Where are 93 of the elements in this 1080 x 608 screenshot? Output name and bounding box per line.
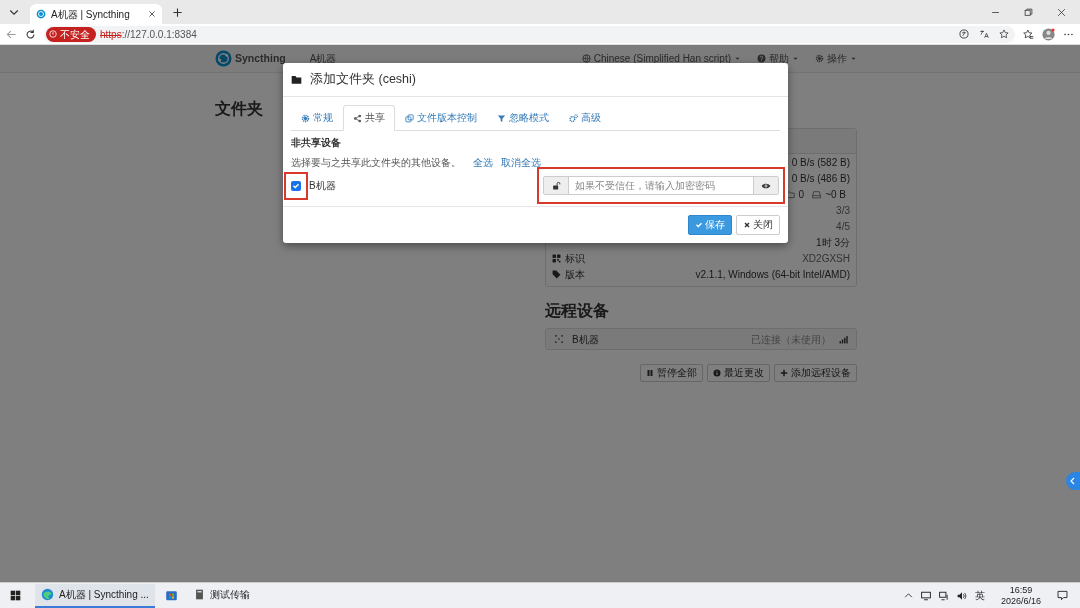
row-value: 1时 3分: [816, 235, 850, 250]
browser-tab[interactable]: A机器 | Syncthing: [30, 4, 162, 24]
device-name: A机器: [309, 52, 337, 66]
dialog-title: 添加文件夹 (ceshi): [310, 71, 416, 89]
read-aloud-icon[interactable]: [979, 29, 989, 39]
close-icon: [743, 221, 751, 229]
globe-icon: [581, 54, 591, 63]
row-value: 3/3: [836, 203, 850, 218]
reload-icon[interactable]: [25, 28, 36, 40]
section-heading: 文件夹: [215, 99, 263, 119]
start-icon[interactable]: [10, 590, 21, 601]
row-value: XD2GXSH: [802, 251, 850, 266]
restore-icon[interactable]: [1024, 7, 1033, 17]
menu-dropdown[interactable]: Chinese (Simplified Han script): [581, 51, 741, 66]
row-value: 4/5: [836, 219, 850, 234]
profile-avatar-icon[interactable]: [1042, 27, 1055, 41]
security-badge[interactable]: 不安全: [46, 26, 96, 42]
checkbox[interactable]: [291, 180, 301, 191]
toolbar-button[interactable]: 添加远程设备: [774, 364, 857, 382]
notification-icon[interactable]: [1057, 590, 1068, 601]
tab[interactable]: 忽略模式: [487, 105, 559, 131]
tab[interactable]: 文件版本控制: [395, 105, 487, 131]
check-icon: [292, 181, 300, 190]
dialog-button[interactable]: 关闭: [736, 215, 780, 235]
taskbar-item[interactable]: A机器 | Syncthing ...: [35, 583, 155, 608]
count-value: ~0 B: [825, 187, 846, 202]
new-tab-icon[interactable]: [172, 6, 183, 18]
plus-icon: [780, 369, 788, 377]
url-text: https://127.0.0.1:8384: [100, 27, 197, 42]
share-icon: [353, 113, 362, 123]
drive-icon: [812, 189, 822, 199]
syncthing-logo-icon: [36, 9, 46, 19]
taskbar-item[interactable]: 测试传输: [187, 583, 256, 608]
tab[interactable]: 共享: [343, 105, 395, 131]
device-label: B机器: [309, 179, 336, 193]
row-value: v2.1.1, Windows (64-bit Intel/AMD): [695, 267, 850, 282]
tab[interactable]: 常规: [291, 105, 343, 131]
info-icon: [713, 369, 721, 377]
unlock-icon: [551, 181, 561, 190]
password-input-group[interactable]: 如果不受信任，请输入加密密码: [543, 176, 779, 195]
translate-icon[interactable]: [959, 29, 969, 39]
pause-icon: [646, 369, 654, 377]
gear-icon: [815, 54, 824, 63]
star-icon[interactable]: [999, 29, 1009, 39]
device-icon: [554, 334, 564, 344]
toolbar-button[interactable]: 暂停全部: [640, 364, 703, 382]
section-heading: 远程设备: [545, 301, 610, 321]
browser-icon: [41, 588, 54, 601]
row-label: 标识: [565, 251, 585, 266]
hint-text: 选择要与之共享此文件夹的其他设备。: [291, 157, 461, 169]
monitor-icon[interactable]: [920, 590, 931, 601]
store-icon: [164, 588, 178, 601]
warning-icon: [49, 30, 57, 38]
caret-icon: [792, 55, 799, 62]
sidebar-toggle[interactable]: [1066, 472, 1080, 490]
favorites-icon[interactable]: [1023, 28, 1034, 40]
copy-icon: [405, 113, 414, 123]
address-bar[interactable]: 不安全 https://127.0.0.1:8384: [44, 25, 1015, 43]
gear-icon: [301, 113, 310, 123]
caret-icon: [850, 55, 857, 62]
ime-indicator: 英: [974, 589, 985, 603]
section-title: 非共享设备: [291, 137, 342, 149]
count-value: 0: [798, 187, 805, 202]
dialog-button[interactable]: 保存: [688, 215, 732, 235]
folder-icon: [785, 189, 795, 199]
close-icon[interactable]: [148, 10, 156, 18]
device-name: B机器: [572, 332, 599, 347]
close-icon[interactable]: [1057, 7, 1066, 17]
signal-icon: [839, 334, 848, 344]
row-value: 0 B/s (582 B): [791, 155, 850, 170]
speaker-icon[interactable]: [956, 590, 967, 601]
filter-icon: [497, 113, 506, 123]
gears-icon: [569, 113, 578, 123]
brand-link[interactable]: Syncthing: [215, 50, 286, 67]
check-icon: [695, 221, 703, 229]
tag-icon: [552, 269, 561, 279]
menu-dropdown[interactable]: 帮助: [757, 51, 799, 66]
qr-code-icon: [552, 253, 561, 263]
row-label: 版本: [565, 267, 585, 282]
back-icon[interactable]: [6, 28, 17, 40]
row-value: 0 B/s (486 B): [791, 171, 850, 186]
clock-time: 16:59: [1008, 584, 1034, 596]
menu-dropdown[interactable]: 操作: [815, 51, 857, 66]
syncthing-logo-icon: [215, 50, 232, 67]
toolbar-button[interactable]: 最近更改: [707, 364, 770, 382]
select-link[interactable]: 取消全选: [501, 157, 541, 169]
network-icon[interactable]: [938, 590, 949, 601]
chevron-up-icon[interactable]: [903, 591, 913, 600]
app-window-icon: [193, 588, 205, 601]
tab[interactable]: 高级: [559, 105, 611, 131]
clock-date: 2026/6/16: [1000, 595, 1041, 607]
chevron-left-icon: [1069, 477, 1077, 485]
select-link[interactable]: 全选: [473, 157, 493, 169]
